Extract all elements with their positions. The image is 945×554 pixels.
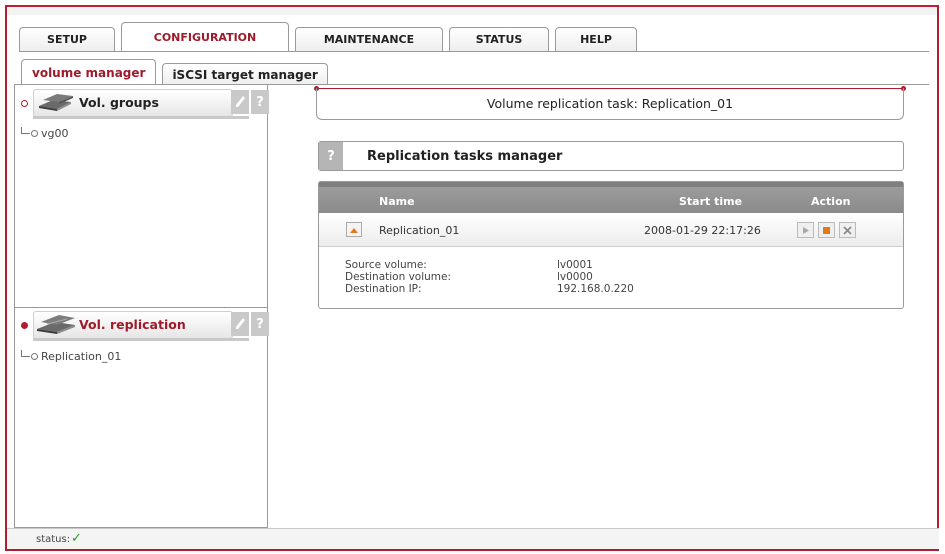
tree-item-label: vg00 (41, 127, 69, 140)
node-ring-icon (31, 130, 38, 137)
column-start-time: Start time (679, 195, 743, 208)
table-header: Name Start time Action (319, 182, 903, 213)
tree-item-label: Replication_01 (41, 350, 122, 363)
tab-configuration[interactable]: CONFIGURATION (121, 22, 289, 51)
tree-connector (21, 127, 30, 134)
column-name: Name (379, 195, 415, 208)
vol-groups-help-button[interactable]: ? (251, 90, 269, 114)
top-strip (7, 7, 937, 15)
panel-divider (15, 307, 267, 308)
source-volume-value: lv0001 (557, 259, 593, 271)
source-volume-label: Source volume: (345, 259, 427, 271)
replication-tasks-manager-header: ? Replication tasks manager (318, 141, 904, 171)
hard-disks-icon (39, 94, 73, 111)
tab-setup[interactable]: SETUP (19, 27, 115, 51)
tab-status[interactable]: STATUS (449, 27, 549, 51)
tab-maintenance[interactable]: MAINTENANCE (295, 27, 443, 51)
destination-ip-label: Destination IP: (345, 283, 422, 295)
replication-tasks-table: Name Start time Action Replication_01 20… (318, 181, 904, 309)
vol-replication-help-button[interactable]: ? (251, 312, 269, 336)
task-name: Replication_01 (379, 224, 460, 237)
task-start-time: 2008-01-29 22:17:26 (644, 224, 761, 237)
tree-item-vg00[interactable]: vg00 (21, 127, 69, 140)
destination-volume-value: lv0000 (557, 271, 593, 283)
vol-replication-header[interactable]: Vol. replication ? (15, 309, 269, 341)
vol-groups-header[interactable]: Vol. groups ? (15, 87, 269, 119)
vol-replication-title: Vol. replication (79, 317, 186, 332)
check-icon: ✓ (71, 531, 82, 546)
main-tabs: SETUP CONFIGURATION MAINTENANCE STATUS H… (19, 21, 643, 51)
sub-tabs: volume manager iSCSI target manager (21, 57, 334, 85)
stop-icon (823, 226, 830, 234)
tree-connector (21, 350, 30, 357)
tree-item-replication-01[interactable]: Replication_01 (21, 350, 121, 363)
column-action: Action (811, 195, 851, 208)
vol-groups-title: Vol. groups (79, 95, 159, 110)
section-help-button[interactable]: ? (319, 142, 343, 170)
delete-button[interactable] (839, 222, 856, 238)
table-row[interactable]: Replication_01 2008-01-29 22:17:26 (319, 213, 903, 247)
task-details-values: lv0001 lv0000 192.168.0.220 (557, 259, 634, 295)
node-ring-icon (31, 353, 38, 360)
tab-help[interactable]: HELP (555, 27, 637, 51)
collapse-row-button[interactable] (346, 222, 362, 237)
status-bar: status: ✓ (7, 528, 939, 549)
destination-ip-value: 192.168.0.220 (557, 283, 634, 295)
vol-groups-wrench-icon[interactable] (231, 90, 249, 114)
header-underline (33, 338, 249, 341)
destination-volume-label: Destination volume: (345, 271, 452, 283)
page-title: Volume replication task: Replication_01 (316, 88, 904, 120)
main-tabs-divider (19, 51, 929, 52)
task-details-labels: Source volume: Destination volume: Desti… (345, 259, 451, 295)
collapsed-marker-icon (21, 100, 28, 107)
delete-icon (843, 225, 852, 235)
page-title-text: Volume replication task: Replication_01 (486, 96, 734, 111)
section-title: Replication tasks manager (367, 149, 563, 164)
left-tree-panel: Vol. groups ? vg00 Vol. replication ? Re… (14, 84, 269, 528)
stop-button[interactable] (818, 222, 835, 238)
replication-disks-icon (37, 315, 75, 334)
play-button[interactable] (797, 222, 814, 238)
play-icon (803, 226, 809, 234)
header-underline (33, 116, 249, 119)
expanded-marker-icon (21, 322, 28, 329)
subtab-iscsi-target-manager[interactable]: iSCSI target manager (162, 63, 328, 85)
vol-replication-wrench-icon[interactable] (231, 312, 249, 336)
subtab-volume-manager[interactable]: volume manager (21, 59, 157, 85)
status-label: status: (36, 534, 71, 545)
chevron-up-icon (350, 227, 358, 233)
